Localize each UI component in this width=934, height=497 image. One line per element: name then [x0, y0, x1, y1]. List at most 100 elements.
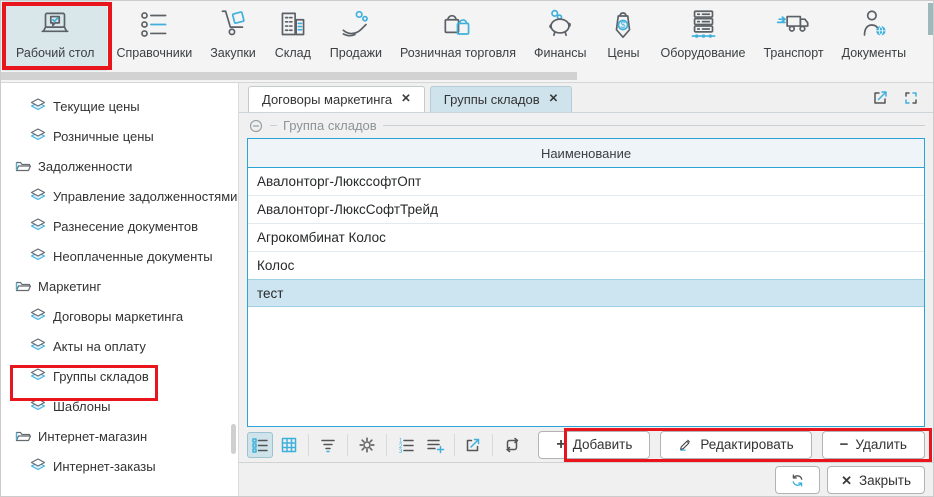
ribbon-item-documents[interactable]: Документы — [833, 1, 915, 71]
reload-icon — [502, 435, 522, 455]
sidebar-folder-online-store[interactable]: Интернет-магазин — [1, 421, 238, 451]
refresh-icon — [789, 472, 806, 489]
ribbon-item-finance[interactable]: Финансы — [525, 1, 595, 71]
ribbon-item-warehouse[interactable]: Склад — [265, 1, 321, 71]
layers-icon — [29, 337, 47, 355]
table-row[interactable]: Авалонторг-ЛюксСофтТрейд — [248, 196, 924, 224]
tab-label: Договоры маркетинга — [262, 92, 392, 107]
toolbar-separator — [492, 434, 493, 456]
ribbon-item-equipment[interactable]: Оборудование — [651, 1, 754, 71]
ribbon-label: Оборудование — [660, 46, 745, 60]
numbered-list-icon: 1 2 3 — [396, 435, 416, 455]
folder-icon — [14, 277, 32, 295]
tab-marketing-contracts[interactable]: Договоры маркетинга ✕ — [248, 86, 425, 112]
numbered-list-button[interactable]: 1 2 3 — [393, 432, 419, 458]
ribbon-label: Розничная торговля — [400, 46, 516, 60]
sidebar-item-debt-management[interactable]: Управление задолженностями — [1, 181, 238, 211]
close-icon[interactable]: ✕ — [401, 94, 411, 106]
delete-button-label: Удалить — [855, 437, 907, 452]
ribbon-item-purchases[interactable]: Закупки — [201, 1, 265, 71]
retail-icon — [439, 6, 477, 44]
sidebar-item-retail-prices[interactable]: Розничные цены — [1, 121, 238, 151]
sidebar-item-unpaid-docs[interactable]: Неоплаченные документы — [1, 241, 238, 271]
ribbon-item-prices[interactable]: $ Цены — [595, 1, 651, 71]
sidebar-item-label: Управление задолженностями — [53, 189, 237, 204]
reload-button[interactable] — [499, 432, 525, 458]
sidebar-scrollbar[interactable] — [231, 424, 236, 454]
sidebar-item-label: Группы складов — [53, 369, 149, 384]
filter-button[interactable] — [315, 432, 341, 458]
directories-icon — [135, 6, 173, 44]
layers-icon — [29, 127, 47, 145]
add-row-button[interactable] — [422, 432, 448, 458]
ribbon-label: Документы — [842, 46, 906, 60]
app-window: Рабочий стол Справочники Закупки — [0, 0, 934, 497]
sidebar-folder-debts[interactable]: Задолженности — [1, 151, 238, 181]
footer-bar: ✕ Закрыть — [239, 462, 933, 497]
ribbon-item-transport[interactable]: Транспорт — [755, 1, 833, 71]
sidebar-item-doc-allocation[interactable]: Разнесение документов — [1, 211, 238, 241]
table-row[interactable]: Колос — [248, 252, 924, 280]
fullscreen-icon[interactable] — [901, 88, 921, 108]
legend-label: Группа складов — [283, 118, 377, 133]
settings-button[interactable] — [354, 432, 380, 458]
close-icon[interactable]: ✕ — [549, 94, 559, 106]
tab-bar: Договоры маркетинга ✕ Группы складов ✕ — [239, 83, 933, 113]
popout-icon[interactable] — [870, 88, 890, 108]
minus-icon: − — [840, 437, 849, 452]
filter-icon — [318, 435, 338, 455]
sales-icon — [337, 6, 375, 44]
table-row-selected[interactable]: тест — [248, 279, 924, 307]
add-button[interactable]: + Добавить — [538, 431, 650, 459]
collapse-icon[interactable] — [248, 118, 264, 134]
sidebar-item-label: Розничные цены — [53, 129, 154, 144]
refresh-button[interactable] — [775, 466, 820, 494]
sidebar-item-label: Разнесение документов — [53, 219, 198, 234]
sidebar-item-current-prices[interactable]: Текущие цены — [1, 91, 238, 121]
close-button[interactable]: ✕ Закрыть — [827, 466, 925, 494]
folder-icon — [14, 157, 32, 175]
sidebar-item-label: Текущие цены — [53, 99, 140, 114]
delete-button[interactable]: − Удалить — [822, 431, 925, 459]
finance-icon — [541, 6, 579, 44]
table-row[interactable]: Агрокомбинат Колос — [248, 224, 924, 252]
tab-warehouse-groups[interactable]: Группы складов ✕ — [430, 86, 572, 112]
sidebar-item-marketing-contracts[interactable]: Договоры маркетинга — [1, 301, 238, 331]
grid-view-button[interactable] — [276, 432, 302, 458]
column-header[interactable]: Наименование — [248, 139, 924, 168]
add-button-label: Добавить — [573, 437, 633, 452]
table-row[interactable]: Авалонторг-ЛюкссофтОпт — [248, 168, 924, 196]
sidebar-item-online-orders[interactable]: Интернет-заказы — [1, 451, 238, 481]
sidebar-item-templates[interactable]: Шаблоны — [1, 391, 238, 421]
toolbar-separator — [347, 434, 348, 456]
edit-button[interactable]: Редактировать — [660, 431, 811, 459]
desktop-icon — [36, 6, 74, 44]
data-grid: Наименование Авалонторг-ЛюкссофтОпт Авал… — [247, 138, 925, 427]
ribbon-label: Цены — [607, 46, 639, 60]
toolbar-separator — [386, 434, 387, 456]
layers-icon — [29, 457, 47, 475]
open-external-icon — [463, 435, 483, 455]
purchases-icon — [214, 6, 252, 44]
sidebar-folder-marketing[interactable]: Маркетинг — [1, 271, 238, 301]
sidebar-nav: Текущие цены Розничные цены Задолженност… — [1, 83, 239, 497]
main-panel: Договоры маркетинга ✕ Группы складов ✕ — [239, 83, 933, 497]
ribbon-item-desktop[interactable]: Рабочий стол — [3, 1, 107, 71]
layers-icon — [29, 217, 47, 235]
toolbar-separator — [308, 434, 309, 456]
ribbon-scrollbar[interactable] — [1, 72, 577, 80]
sidebar-item-label: Задолженности — [38, 159, 132, 174]
prices-icon: $ — [604, 6, 642, 44]
sidebar-item-warehouse-groups[interactable]: Группы складов — [1, 361, 238, 391]
close-icon: ✕ — [841, 474, 852, 487]
open-external-button[interactable] — [461, 432, 487, 458]
ribbon-label: Справочники — [116, 46, 192, 60]
ribbon-item-directories[interactable]: Справочники — [107, 1, 201, 71]
ribbon-item-retail[interactable]: Розничная торговля — [391, 1, 525, 71]
panel-legend: Группа складов — [239, 113, 933, 138]
transport-icon — [775, 6, 813, 44]
list-view-button[interactable] — [247, 432, 273, 458]
ribbon-label: Закупки — [210, 46, 256, 60]
ribbon-item-sales[interactable]: Продажи — [321, 1, 391, 71]
sidebar-item-payment-acts[interactable]: Акты на оплату — [1, 331, 238, 361]
